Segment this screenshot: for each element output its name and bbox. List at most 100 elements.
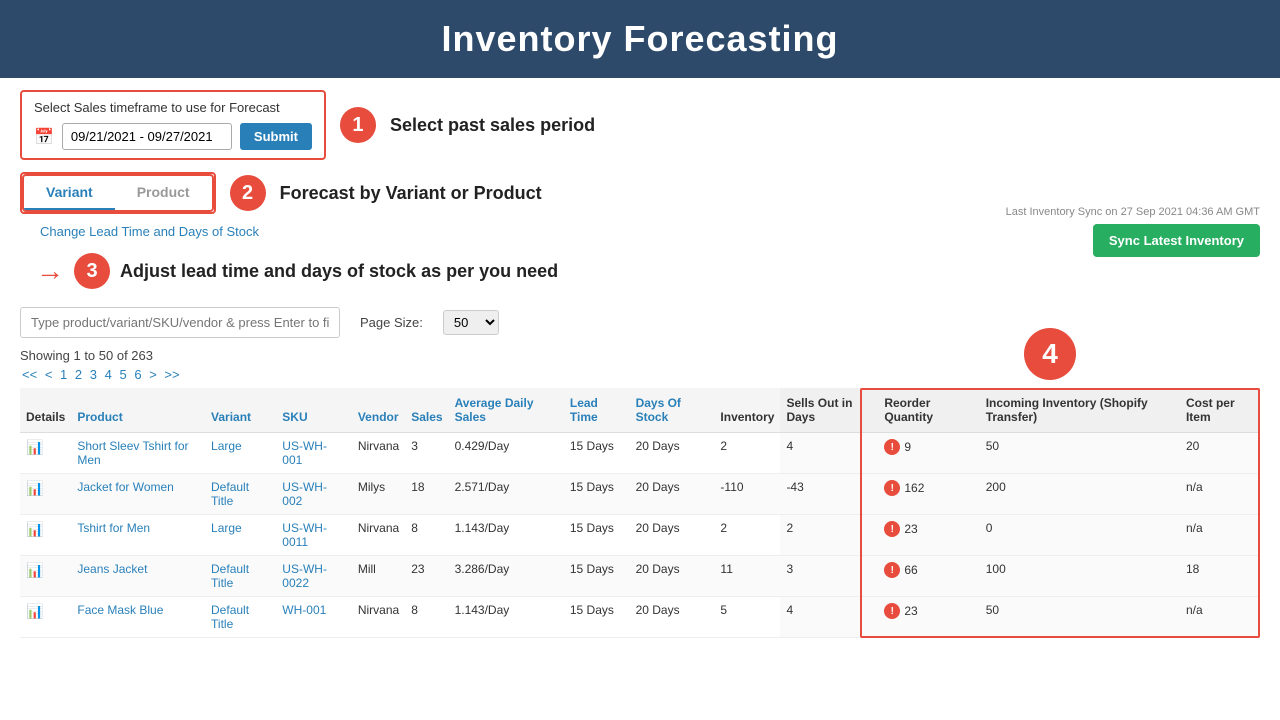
product-link[interactable]: Jacket for Women bbox=[77, 480, 173, 494]
warning-icon: ! bbox=[884, 439, 900, 455]
page-next[interactable]: > bbox=[149, 367, 157, 382]
cell-avg-daily: 3.286/Day bbox=[449, 556, 564, 597]
cell-incoming: 50 bbox=[980, 433, 1180, 474]
chart-icon[interactable]: 📊 bbox=[26, 562, 43, 578]
col-details: Details bbox=[20, 388, 71, 433]
cell-lead-time: 15 Days bbox=[564, 433, 630, 474]
page-3[interactable]: 3 bbox=[90, 367, 97, 382]
chart-icon[interactable]: 📊 bbox=[26, 439, 43, 455]
cell-details[interactable]: 📊 bbox=[20, 474, 71, 515]
cell-details[interactable]: 📊 bbox=[20, 433, 71, 474]
cell-lead-time: 15 Days bbox=[564, 556, 630, 597]
cell-sales: 3 bbox=[405, 433, 448, 474]
variant-link[interactable]: Large bbox=[211, 439, 242, 453]
page-header: Inventory Forecasting bbox=[0, 0, 1280, 78]
tab-product[interactable]: Product bbox=[115, 176, 212, 210]
sku-link[interactable]: US-WH-001 bbox=[282, 439, 327, 467]
product-link[interactable]: Face Mask Blue bbox=[77, 603, 163, 617]
cell-avg-daily: 2.571/Day bbox=[449, 474, 564, 515]
col-incoming: Incoming Inventory (Shopify Transfer) bbox=[980, 388, 1180, 433]
sync-button[interactable]: Sync Latest Inventory bbox=[1093, 224, 1260, 257]
cell-product: Short Sleev Tshirt for Men bbox=[71, 433, 205, 474]
cell-reorder-qty: ! 23 bbox=[878, 597, 979, 638]
cell-product: Face Mask Blue bbox=[71, 597, 205, 638]
variant-link[interactable]: Default Title bbox=[211, 562, 249, 590]
cell-details[interactable]: 📊 bbox=[20, 515, 71, 556]
chart-icon[interactable]: 📊 bbox=[26, 603, 43, 619]
cell-variant: Large bbox=[205, 515, 276, 556]
cell-lead-time: 15 Days bbox=[564, 474, 630, 515]
col-reorder-qty: Reorder Quantity bbox=[878, 388, 979, 433]
table-row: 📊 Jeans Jacket Default Title US-WH-0022 … bbox=[20, 556, 1260, 597]
cell-details[interactable]: 📊 bbox=[20, 556, 71, 597]
cell-details[interactable]: 📊 bbox=[20, 597, 71, 638]
page-size-label: Page Size: bbox=[360, 315, 423, 330]
cell-variant: Large bbox=[205, 433, 276, 474]
col-sku: SKU bbox=[276, 388, 352, 433]
sku-link[interactable]: US-WH-002 bbox=[282, 480, 327, 508]
variant-link[interactable]: Default Title bbox=[211, 603, 249, 631]
submit-button[interactable]: Submit bbox=[240, 123, 312, 150]
cell-avg-daily: 1.143/Day bbox=[449, 515, 564, 556]
col-cost: Cost per Item bbox=[1180, 388, 1260, 433]
product-link[interactable]: Tshirt for Men bbox=[77, 521, 150, 535]
page-first[interactable]: << bbox=[22, 367, 37, 382]
change-lead-link[interactable]: Change Lead Time and Days of Stock bbox=[40, 224, 259, 239]
cell-inventory: 2 bbox=[714, 515, 780, 556]
chart-icon[interactable]: 📊 bbox=[26, 521, 43, 537]
page-title: Inventory Forecasting bbox=[0, 18, 1280, 60]
col-inventory: Inventory bbox=[714, 388, 780, 433]
variant-link[interactable]: Default Title bbox=[211, 480, 249, 508]
col-lead-time: Lead Time bbox=[564, 388, 630, 433]
cell-cost: n/a bbox=[1180, 515, 1260, 556]
cell-sales: 8 bbox=[405, 597, 448, 638]
page-size-select[interactable]: 10 25 50 100 bbox=[443, 310, 499, 335]
product-link[interactable]: Jeans Jacket bbox=[77, 562, 147, 576]
cell-lead-time: 15 Days bbox=[564, 597, 630, 638]
cell-reorder-qty: ! 23 bbox=[878, 515, 979, 556]
reorder-qty-value: 162 bbox=[904, 481, 924, 495]
arrow-icon: → bbox=[36, 255, 64, 287]
page-prev[interactable]: < bbox=[45, 367, 53, 382]
reorder-qty-value: 9 bbox=[904, 440, 911, 454]
page-1[interactable]: 1 bbox=[60, 367, 67, 382]
cell-variant: Default Title bbox=[205, 556, 276, 597]
col-avg-daily: Average Daily Sales bbox=[449, 388, 564, 433]
page-6[interactable]: 6 bbox=[134, 367, 141, 382]
date-range-input[interactable] bbox=[62, 123, 232, 150]
page-5[interactable]: 5 bbox=[119, 367, 126, 382]
cell-sells-out: 4 bbox=[780, 433, 878, 474]
table-row: 📊 Jacket for Women Default Title US-WH-0… bbox=[20, 474, 1260, 515]
inventory-table: Details Product Variant SKU Vendor Sales… bbox=[20, 388, 1260, 638]
page-2[interactable]: 2 bbox=[75, 367, 82, 382]
col-sales: Sales bbox=[405, 388, 448, 433]
cell-sells-out: 2 bbox=[780, 515, 878, 556]
cell-incoming: 50 bbox=[980, 597, 1180, 638]
cell-reorder-qty: ! 9 bbox=[878, 433, 979, 474]
cell-vendor: Nirvana bbox=[352, 433, 405, 474]
page-4[interactable]: 4 bbox=[105, 367, 112, 382]
cell-cost: 20 bbox=[1180, 433, 1260, 474]
page-last[interactable]: >> bbox=[164, 367, 179, 382]
sku-link[interactable]: US-WH-0022 bbox=[282, 562, 327, 590]
step1-circle: 1 bbox=[340, 107, 376, 143]
cell-avg-daily: 1.143/Day bbox=[449, 597, 564, 638]
tab-variant[interactable]: Variant bbox=[24, 176, 115, 210]
cell-sku: US-WH-0011 bbox=[276, 515, 352, 556]
table-row: 📊 Tshirt for Men Large US-WH-0011 Nirvan… bbox=[20, 515, 1260, 556]
cell-cost: 18 bbox=[1180, 556, 1260, 597]
product-link[interactable]: Short Sleev Tshirt for Men bbox=[77, 439, 188, 467]
col-product: Product bbox=[71, 388, 205, 433]
cell-sku: WH-001 bbox=[276, 597, 352, 638]
cell-sales: 8 bbox=[405, 515, 448, 556]
search-input[interactable] bbox=[20, 307, 340, 338]
cell-avg-daily: 0.429/Day bbox=[449, 433, 564, 474]
cell-vendor: Milys bbox=[352, 474, 405, 515]
chart-icon[interactable]: 📊 bbox=[26, 480, 43, 496]
cell-reorder-qty: ! 162 bbox=[878, 474, 979, 515]
variant-link[interactable]: Large bbox=[211, 521, 242, 535]
warning-icon: ! bbox=[884, 480, 900, 496]
cell-vendor: Nirvana bbox=[352, 515, 405, 556]
sku-link[interactable]: WH-001 bbox=[282, 603, 326, 617]
sku-link[interactable]: US-WH-0011 bbox=[282, 521, 327, 549]
